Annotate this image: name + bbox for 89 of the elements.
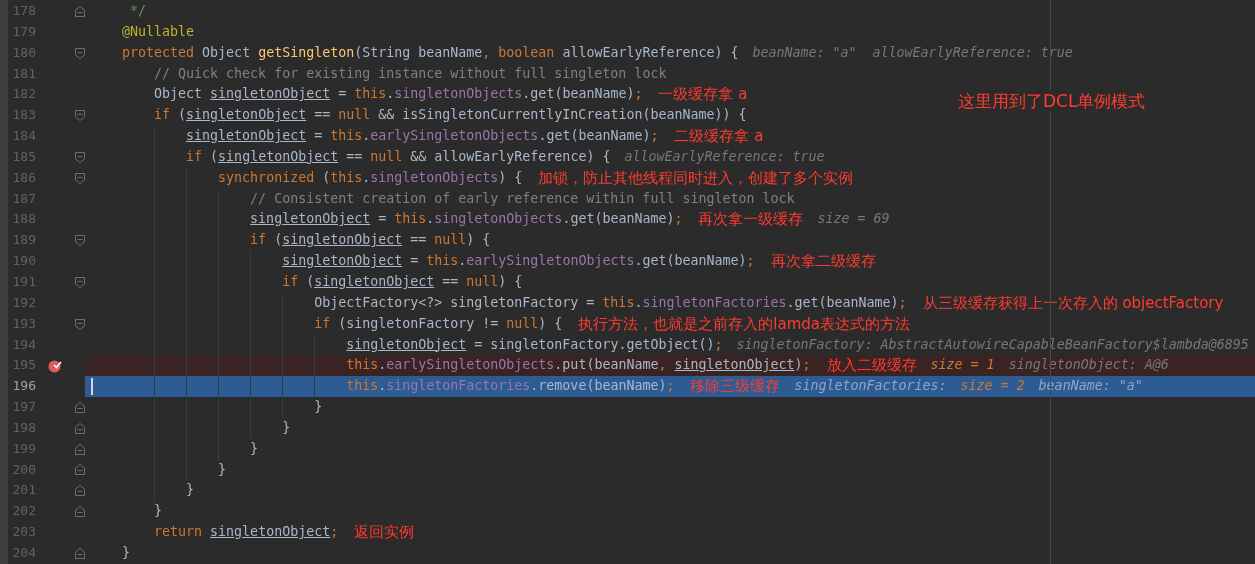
code-line: singletonObject = this.earlySingletonObjects.get(beanName); [186,127,659,146]
fold-icon[interactable] [74,464,85,476]
line-number: 193 [11,314,36,333]
line-number: 181 [11,64,36,83]
line-number: 202 [11,502,36,521]
line-number: 200 [11,460,36,479]
fold-icon[interactable] [74,422,85,434]
fold-icon[interactable] [74,485,85,497]
code-line: return singletonObject; [154,523,339,542]
code-line: Object singletonObject = this.singletonObjects.get(beanName); [154,85,643,104]
line-number: 195 [11,356,36,375]
code-line: } [122,543,131,562]
line-number: 201 [11,481,36,500]
line-number: 185 [11,147,36,166]
fold-icon[interactable] [74,506,85,518]
fold-icon[interactable] [74,235,85,247]
inline-hint: singletonFactory: AbstractAutowireCapableBeanFactory$lambda@6895 [736,335,1249,354]
line-number: 203 [11,523,36,542]
line-number: 178 [11,2,36,20]
code-line: // Quick check for existing instance without full singleton lock [154,64,667,83]
code-line: */ [130,2,147,20]
line-number: 190 [11,252,36,271]
code-line: this.singletonFactories.remove(beanName); [346,377,675,396]
line-number: 182 [11,85,36,104]
code-line: synchronized (this.singletonObjects) { [218,168,523,187]
code-line: } [218,460,227,479]
line-number: 194 [11,335,36,354]
code-line: protected Object getSingleton(String beanName, boolean allowEarlyReference) { [122,43,739,62]
code-line: } [282,418,291,437]
annotation-text: 再次拿二级缓存 [770,251,876,272]
code-line: if (singletonObject == null) { [282,272,523,291]
line-number: 198 [11,418,36,437]
inline-hint: size = 1 [930,356,995,375]
fold-icon[interactable] [74,443,85,455]
fold-icon[interactable] [74,151,85,163]
line-number: 191 [11,272,36,291]
line-number: 179 [11,22,36,41]
line-number: 199 [11,439,36,458]
annotation-text: 一级缓存拿 a [658,84,748,106]
fold-icon[interactable] [74,5,85,17]
inline-hint: size = 2 [960,377,1025,396]
annotation-text: 返回实例 [354,522,415,543]
code-line: } [154,502,163,521]
code-line: // Consistent creation of early reference within full singleton lock [250,189,795,208]
fold-icon[interactable] [74,110,85,122]
annotation-text: 这里用到了DCL单例模式 [958,90,1146,113]
code-line: if (singletonObject == null && allowEarlyReference) { [186,147,611,166]
code-line: if (singletonObject == null) { [250,231,491,250]
annotation-text: 再次拿一级缓存 [698,209,804,231]
fold-icon[interactable] [74,318,85,330]
fold-icon[interactable] [74,547,85,559]
fold-icon[interactable] [74,172,85,184]
line-number: 180 [11,43,36,62]
breakpoint-icon[interactable] [48,358,62,373]
line-number: 187 [11,189,36,208]
line-number: 192 [11,293,36,312]
line-number: 188 [11,210,36,229]
fold-icon[interactable] [74,401,85,413]
code-line: @Nullable [122,22,195,41]
annotation-text: 执行方法，也就是之前存入的lamda表达式的方法 [578,313,911,335]
inline-hint: singletonFactories: [794,377,947,396]
fold-icon[interactable] [74,276,85,288]
annotation-text: 移除三级缓存 [690,376,781,398]
fold-icon[interactable] [74,47,85,59]
inline-hint: size = 69 [817,210,890,229]
code-line: singletonObject = singletonFactory.getObject(); [346,335,723,354]
code-line: this.earlySingletonObjects.put(beanName, singletonObject); [346,356,811,375]
inline-hint: allowEarlyReference: true [624,147,825,166]
line-number: 197 [11,398,36,417]
annotation-text: 放入二级缓存 [826,355,917,377]
code-line: } [250,439,259,458]
code-line: ObjectFactory<?> singletonFactory = this.singletonFactories.get(beanName); [314,293,907,312]
line-number: 184 [11,127,36,146]
code-line: } [186,481,195,500]
code-line: if (singletonObject == null && isSingletonCurrentlyInCreation(beanName)) { [154,106,747,125]
code-line: singletonObject = this.earlySingletonObjects.get(beanName); [282,252,755,271]
text-cursor [91,378,93,396]
line-number: 183 [11,106,36,125]
annotation-text: 二级缓存拿 a [674,126,764,147]
annotation-text: 加锁，防止其他线程同时进入，创建了多个实例 [538,167,854,189]
inline-hint: beanName: "a" allowEarlyReference: true [752,43,1073,62]
code-line: singletonObject = this.singletonObjects.get(beanName); [250,210,683,229]
line-number: 196 [11,377,36,396]
line-number: 204 [11,543,36,562]
inline-hint: singletonObject: A@6 [1008,356,1169,375]
line-number: 189 [11,231,36,250]
code-line: } [314,398,323,417]
code-line: if (singletonFactory != null) { [314,314,563,333]
line-number: 186 [11,168,36,187]
